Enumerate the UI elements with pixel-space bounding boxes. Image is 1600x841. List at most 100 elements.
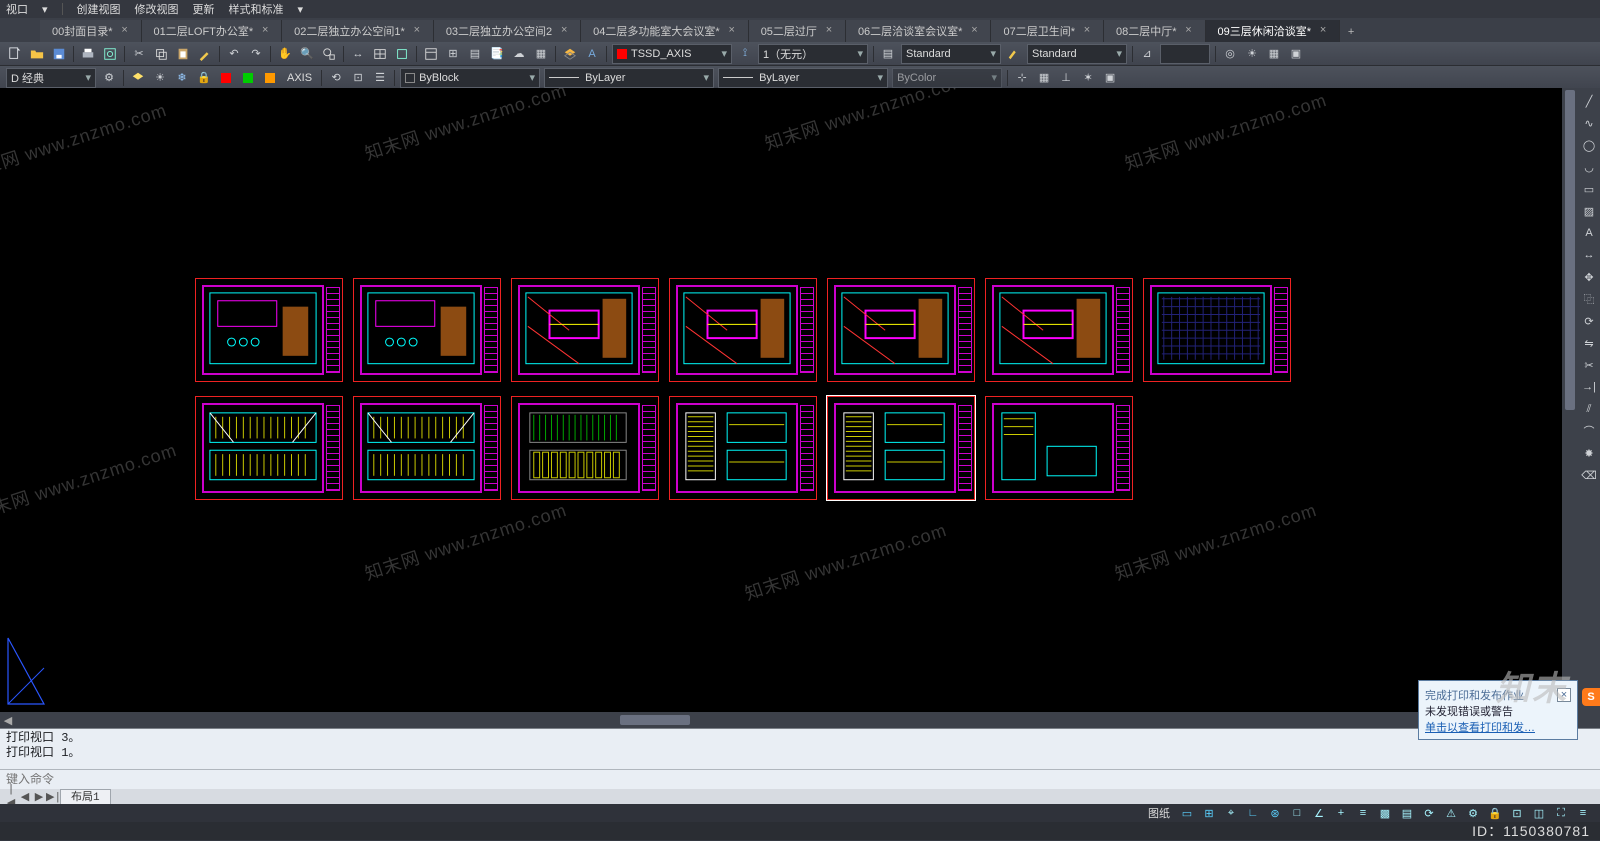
cut-icon[interactable]: ✂: [129, 44, 149, 64]
layer-combo[interactable]: TSSD_AXIS ▾: [612, 44, 732, 64]
command-line[interactable]: [0, 769, 1600, 789]
menu-item[interactable]: 创建视图: [77, 1, 121, 17]
close-icon[interactable]: ×: [119, 25, 131, 37]
close-icon[interactable]: ×: [1557, 688, 1571, 702]
drawing-sheet[interactable]: [669, 278, 817, 382]
text-icon[interactable]: A: [1580, 224, 1598, 242]
table-icon[interactable]: [370, 44, 390, 64]
horizontal-scrollbar[interactable]: ◀ ▶: [0, 712, 1578, 728]
drawing-viewport[interactable]: 知末网 www.znzmo.com 知末网 www.znzmo.com 知末网 …: [0, 88, 1578, 712]
drawing-sheet[interactable]: [195, 278, 343, 382]
close-icon[interactable]: ×: [411, 25, 423, 37]
copy2-icon[interactable]: ⿻: [1580, 290, 1598, 308]
layout-tab[interactable]: 布局1: [60, 789, 111, 805]
ortho-icon[interactable]: ⊥: [1056, 68, 1076, 88]
document-tab[interactable]: 07二层卫生间*×: [991, 20, 1104, 42]
annomonitor-toggle-icon[interactable]: ⚠: [1441, 805, 1461, 821]
menu-item[interactable]: 视口: [6, 1, 28, 17]
render-icon[interactable]: ◎: [1220, 44, 1240, 64]
qprops-toggle-icon[interactable]: ▤: [1397, 805, 1417, 821]
layer-prev-icon[interactable]: ⟲: [326, 68, 346, 88]
match-icon[interactable]: [195, 44, 215, 64]
zoom-window-icon[interactable]: [319, 44, 339, 64]
close-icon[interactable]: ×: [259, 25, 271, 37]
model-toggle-icon[interactable]: ▭: [1177, 805, 1197, 821]
open-icon[interactable]: [27, 44, 47, 64]
document-tab[interactable]: 06二层洽谈室会议室*×: [846, 20, 992, 42]
print-icon[interactable]: [78, 44, 98, 64]
otrack-toggle-icon[interactable]: ∠: [1309, 805, 1329, 821]
calc-icon[interactable]: ▦: [531, 44, 551, 64]
layer-state-icon[interactable]: ☰: [370, 68, 390, 88]
anno-scale-combo[interactable]: 1（无元） ▾: [758, 44, 868, 64]
rotate-icon[interactable]: ⟳: [1580, 312, 1598, 330]
explode-icon[interactable]: ✸: [1580, 444, 1598, 462]
dim-style-combo[interactable]: Standard ▾: [1027, 44, 1127, 64]
snap-toggle-icon[interactable]: ⌖: [1221, 805, 1241, 821]
close-icon[interactable]: ×: [1317, 25, 1329, 37]
freeze-icon[interactable]: ❄: [172, 68, 192, 88]
linetype-combo[interactable]: ByLayer ▾: [544, 68, 714, 88]
ortho-toggle-icon[interactable]: ∟: [1243, 805, 1263, 821]
lineweight-combo[interactable]: ByLayer ▾: [718, 68, 888, 88]
layer-iso-icon[interactable]: ⊡: [348, 68, 368, 88]
layer-on-icon[interactable]: [128, 68, 148, 88]
close-icon[interactable]: ×: [558, 25, 570, 37]
lw-toggle-icon[interactable]: ≡: [1353, 805, 1373, 821]
color-combo[interactable]: ByBlock ▾: [400, 68, 540, 88]
drawing-sheet[interactable]: [985, 396, 1133, 500]
save-icon[interactable]: [49, 44, 69, 64]
zoom-icon[interactable]: 🔍: [297, 44, 317, 64]
drawing-sheet[interactable]: [827, 278, 975, 382]
close-icon[interactable]: ×: [1081, 25, 1093, 37]
document-tab[interactable]: 01二层LOFT办公室*×: [142, 20, 283, 42]
arc-icon[interactable]: ◡: [1580, 158, 1598, 176]
plotstyle-combo[interactable]: ByColor ▾: [892, 68, 1002, 88]
light-icon[interactable]: ☀: [1242, 44, 1262, 64]
document-tab[interactable]: 02二层独立办公空间1*×: [282, 20, 434, 42]
polyline-icon[interactable]: ∿: [1580, 114, 1598, 132]
workspace-icon[interactable]: ⚙: [1463, 805, 1483, 821]
popup-link[interactable]: 单击以查看打印和发…: [1425, 719, 1571, 735]
menu-item[interactable]: 更新: [193, 1, 215, 17]
text-style-combo[interactable]: Standard ▾: [901, 44, 1001, 64]
drawing-sheet[interactable]: [353, 278, 501, 382]
lock-icon[interactable]: 🔒: [194, 68, 214, 88]
dim-style-icon[interactable]: [1004, 44, 1024, 64]
scroll-thumb[interactable]: [620, 715, 690, 725]
color-orange-icon[interactable]: [260, 68, 280, 88]
document-tab[interactable]: 08二层中厅*×: [1104, 20, 1206, 42]
drawing-sheet[interactable]: [985, 278, 1133, 382]
document-tab[interactable]: 04二层多功能室大会议室*×: [581, 20, 749, 42]
mirror-icon[interactable]: ⇋: [1580, 334, 1598, 352]
lockui-icon[interactable]: 🔒: [1485, 805, 1505, 821]
transparency-toggle-icon[interactable]: ▩: [1375, 805, 1395, 821]
ws-settings-icon[interactable]: ⚙: [99, 68, 119, 88]
osnap-toggle-icon[interactable]: □: [1287, 805, 1307, 821]
plot-preview-icon[interactable]: [100, 44, 120, 64]
pan-icon[interactable]: ✋: [275, 44, 295, 64]
hardware-accel-icon[interactable]: ⊡: [1507, 805, 1527, 821]
extend-icon[interactable]: →|: [1580, 378, 1598, 396]
text-style-icon[interactable]: ▤: [878, 44, 898, 64]
new-tab-button[interactable]: +: [1340, 22, 1362, 42]
menu-item[interactable]: 样式和标准: [229, 1, 284, 17]
command-input[interactable]: [0, 773, 1600, 787]
dim-linear-icon[interactable]: ↔: [1580, 246, 1598, 264]
workspace-combo[interactable]: D 经典 ▾: [6, 68, 96, 88]
close-icon[interactable]: ×: [968, 25, 980, 37]
grid-toggle-icon[interactable]: ⊞: [1199, 805, 1219, 821]
layer-manager-icon[interactable]: [560, 44, 580, 64]
block-icon[interactable]: [392, 44, 412, 64]
drawing-sheet[interactable]: [1143, 278, 1291, 382]
isoplane-icon[interactable]: ◫: [1529, 805, 1549, 821]
circle-icon[interactable]: ◯: [1580, 136, 1598, 154]
polar-toggle-icon[interactable]: ⊛: [1265, 805, 1285, 821]
close-icon[interactable]: ×: [726, 25, 738, 37]
sheetset-icon[interactable]: 📑: [487, 44, 507, 64]
redo-icon[interactable]: ↷: [246, 44, 266, 64]
document-tab[interactable]: 03二层独立办公空间2×: [434, 20, 581, 42]
trim-icon[interactable]: ✂: [1580, 356, 1598, 374]
document-tab[interactable]: 09三层休闲洽谈室*×: [1206, 20, 1341, 42]
markup-icon[interactable]: ☁: [509, 44, 529, 64]
